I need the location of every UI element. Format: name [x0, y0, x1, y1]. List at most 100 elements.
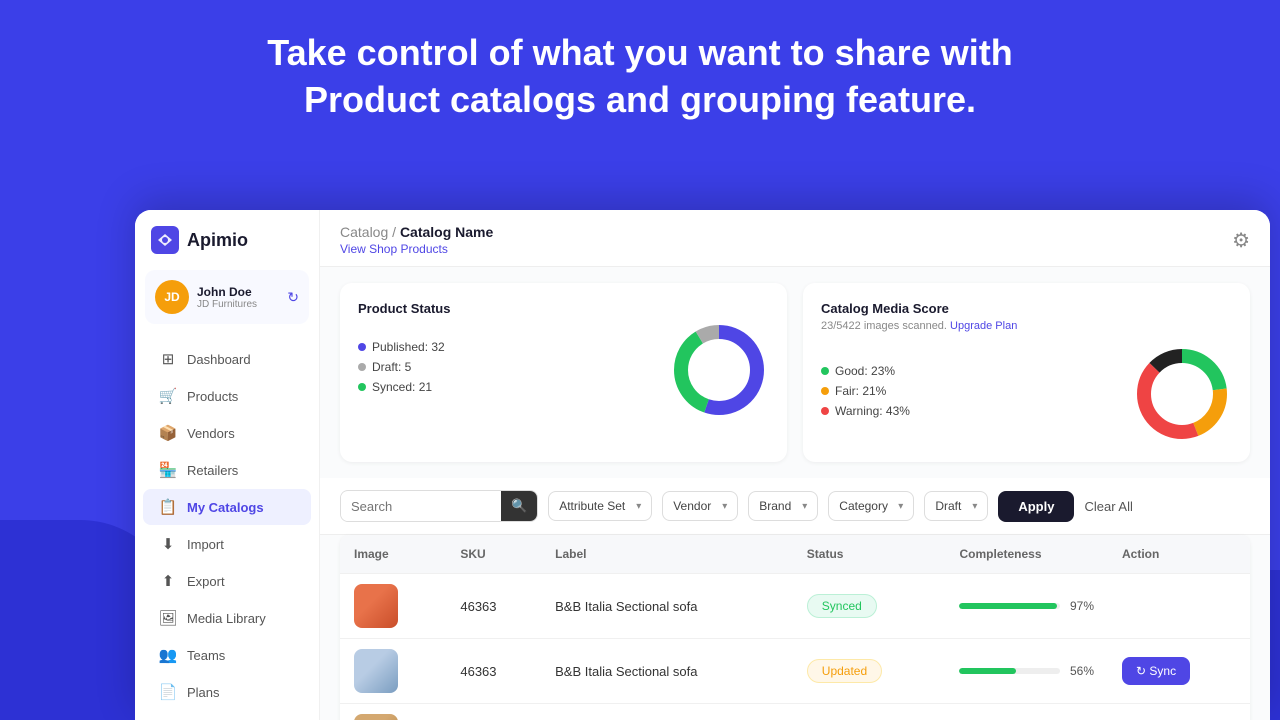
brand-select[interactable]: Brand [759, 499, 796, 513]
col-label: Label [541, 535, 793, 574]
import-icon: ⬇ [159, 535, 177, 553]
vendor-filter[interactable]: Vendor ▾ [662, 491, 738, 521]
main-content: Catalog / Catalog Name View Shop Product… [320, 210, 1270, 720]
retailers-icon: 🏪 [159, 461, 177, 479]
progress-pct-1: 56% [1070, 664, 1094, 678]
settings-icon[interactable]: ⚙ [1232, 228, 1250, 253]
good-label: Good: 23% [835, 364, 895, 378]
sidebar-item-media-library[interactable]: 🖼 Media Library [143, 600, 311, 636]
vendor-select[interactable]: Vendor [673, 499, 716, 513]
sidebar-label-import: Import [187, 537, 224, 552]
progress-wrap-1: 56% [959, 664, 1094, 678]
sidebar-item-notifications[interactable]: 🔔 Notifications [143, 711, 311, 720]
progress-fill-1 [959, 668, 1015, 674]
search-input[interactable] [341, 492, 501, 521]
sync-refresh-icon[interactable]: ↻ [287, 289, 299, 306]
vendors-icon: 📦 [159, 424, 177, 442]
draft-select[interactable]: Draft [935, 499, 966, 513]
attribute-set-select[interactable]: Attribute Set [559, 499, 630, 513]
sidebar-label-vendors: Vendors [187, 426, 235, 441]
legend-synced: Synced: 21 [358, 380, 653, 394]
legend-warning: Warning: 43% [821, 404, 1116, 418]
user-info: John Doe JD Furnitures [197, 285, 279, 310]
legend-good: Good: 23% [821, 364, 1116, 378]
product-status-title: Product Status [358, 301, 769, 316]
sidebar-item-teams[interactable]: 👥 Teams [143, 637, 311, 673]
cell-sku-2: 46363 [446, 704, 541, 720]
media-score-title: Catalog Media Score [821, 301, 1232, 316]
view-shop-link[interactable]: View Shop Products [340, 242, 493, 256]
sidebar-label-teams: Teams [187, 648, 225, 663]
status-badge-1: Updated [807, 659, 882, 683]
products-table-wrap: Image SKU Label Status Completeness Acti… [320, 535, 1270, 720]
media-score-card: Catalog Media Score 23/5422 images scann… [803, 283, 1250, 462]
attribute-set-filter[interactable]: Attribute Set ▾ [548, 491, 652, 521]
my-catalogs-icon: 📋 [159, 498, 177, 516]
dot-warning [821, 407, 829, 415]
dot-fair [821, 387, 829, 395]
cell-label-2: B&B Italia Sectional sofa [541, 704, 793, 720]
table-row: 46363 B&B Italia Sectional sofa Synced 9… [340, 574, 1250, 639]
nav-list: ⊞ Dashboard 🛒 Products 📦 Vendors 🏪 Retai… [135, 340, 319, 720]
sidebar-label-export: Export [187, 574, 225, 589]
upgrade-link[interactable]: Upgrade Plan [950, 320, 1017, 332]
cell-status-0: Synced [793, 574, 946, 639]
sidebar-item-products[interactable]: 🛒 Products [143, 378, 311, 414]
product-status-legend: Published: 32 Draft: 5 Synced: 21 [358, 340, 653, 400]
sidebar-item-retailers[interactable]: 🏪 Retailers [143, 452, 311, 488]
sidebar-item-dashboard[interactable]: ⊞ Dashboard [143, 341, 311, 377]
hero-line1: Take control of what you want to share w… [267, 32, 1012, 73]
search-button[interactable]: 🔍 [501, 491, 537, 521]
products-icon: 🛒 [159, 387, 177, 405]
brand-filter[interactable]: Brand ▾ [748, 491, 818, 521]
product-status-body: Published: 32 Draft: 5 Synced: 21 [358, 320, 769, 420]
sync-button-1[interactable]: ↻ Sync [1122, 657, 1190, 685]
synced-label: Synced: 21 [372, 380, 432, 394]
draft-label: Draft: 5 [372, 360, 411, 374]
progress-fill-0 [959, 603, 1056, 609]
category-select[interactable]: Category [839, 499, 892, 513]
media-score-legend: Good: 23% Fair: 21% Warning: 43% [821, 364, 1116, 424]
products-table: Image SKU Label Status Completeness Acti… [340, 535, 1250, 720]
published-label: Published: 32 [372, 340, 445, 354]
cell-completeness-0: 97% [945, 574, 1108, 639]
sidebar-label-retailers: Retailers [187, 463, 238, 478]
sidebar-item-plans[interactable]: 📄 Plans [143, 674, 311, 710]
cell-sku-1: 46363 [446, 639, 541, 704]
sidebar-item-export[interactable]: ⬆ Export [143, 563, 311, 599]
dot-published [358, 343, 366, 351]
cell-status-1: Updated [793, 639, 946, 704]
header-left: Catalog / Catalog Name View Shop Product… [340, 224, 493, 256]
sidebar-item-vendors[interactable]: 📦 Vendors [143, 415, 311, 451]
hero-section: Take control of what you want to share w… [0, 30, 1280, 124]
table-row: 46363 B&B Italia Sectional sofa Updated … [340, 704, 1250, 720]
category-filter[interactable]: Category ▾ [828, 491, 914, 521]
sidebar-label-dashboard: Dashboard [187, 352, 251, 367]
logo-area: Apimio [135, 226, 319, 270]
chevron-down-icon: ▾ [722, 501, 727, 512]
breadcrumb-current: Catalog Name [400, 224, 493, 240]
product-status-chart [669, 320, 769, 420]
col-status: Status [793, 535, 946, 574]
media-library-icon: 🖼 [159, 609, 177, 627]
cell-action-0 [1108, 574, 1250, 639]
draft-filter[interactable]: Draft ▾ [924, 491, 988, 521]
col-sku: SKU [446, 535, 541, 574]
product-image-0 [354, 584, 398, 628]
status-badge-0: Synced [807, 594, 877, 618]
sidebar-label-media-library: Media Library [187, 611, 266, 626]
plans-icon: 📄 [159, 683, 177, 701]
hero-line2: Product catalogs and grouping feature. [304, 79, 976, 120]
media-score-body: Good: 23% Fair: 21% Warning: 43% [821, 344, 1232, 444]
logo-icon [151, 226, 179, 254]
cell-sku-0: 46363 [446, 574, 541, 639]
app-container: Apimio JD John Doe JD Furnitures ↻ ⊞ Das… [135, 210, 1270, 720]
sidebar-label-plans: Plans [187, 685, 220, 700]
cell-image-2 [340, 704, 446, 720]
clear-all-button[interactable]: Clear All [1084, 499, 1132, 514]
avatar: JD [155, 280, 189, 314]
apply-button[interactable]: Apply [998, 491, 1074, 522]
cell-action-1: ↻ Sync [1108, 639, 1250, 704]
sidebar-item-my-catalogs[interactable]: 📋 My Catalogs [143, 489, 311, 525]
sidebar-item-import[interactable]: ⬇ Import [143, 526, 311, 562]
